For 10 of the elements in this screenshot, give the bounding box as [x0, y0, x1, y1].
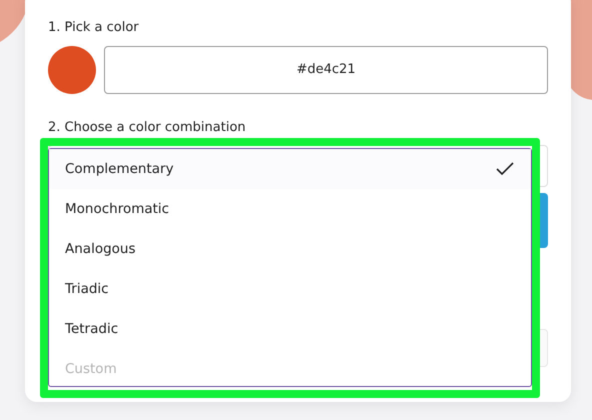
- step-label: 1. Pick a color: [48, 19, 140, 37]
- dropdown-option[interactable]: Complementary: [49, 149, 531, 189]
- dropdown-option[interactable]: Analogous: [49, 229, 531, 269]
- step-label: 2. Choose a color combination: [48, 118, 247, 136]
- dropdown-option[interactable]: Tetradic: [49, 309, 531, 349]
- color-swatch[interactable]: [48, 46, 96, 94]
- hex-color-field[interactable]: #de4c21: [104, 46, 548, 94]
- dropdown-option[interactable]: Monochromatic: [49, 189, 531, 229]
- dropdown-option[interactable]: Triadic: [49, 269, 531, 309]
- check-icon: [495, 161, 515, 177]
